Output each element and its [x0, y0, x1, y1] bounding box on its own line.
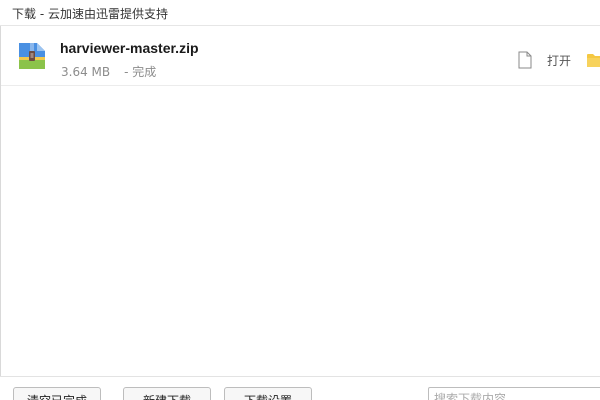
title-bar: 下载 - 云加速由迅雷提供支持 [0, 0, 600, 26]
download-status: - 完成 [124, 65, 157, 79]
search-input[interactable] [429, 388, 599, 400]
file-name[interactable]: harviewer-master.zip [60, 40, 199, 56]
bottom-toolbar: 清空已完成 新建下载 下载设置 [0, 376, 600, 400]
file-meta: 3.64 MB - 完成 [61, 63, 156, 80]
download-settings-button[interactable]: 下载设置 [224, 387, 312, 400]
folder-icon[interactable] [587, 53, 600, 68]
download-list: harviewer-master.zip 3.64 MB - 完成 打开 [1, 26, 600, 376]
search-box [428, 387, 600, 400]
download-manager-window: 下载 - 云加速由迅雷提供支持 harviewer-master.zip 3.6… [0, 0, 600, 400]
document-icon[interactable] [518, 51, 532, 69]
file-size: 3.64 MB [61, 65, 111, 79]
download-item[interactable]: harviewer-master.zip 3.64 MB - 完成 打开 [1, 32, 600, 86]
window-title: 下载 - 云加速由迅雷提供支持 [12, 7, 168, 21]
clear-completed-button[interactable]: 清空已完成 [13, 387, 101, 400]
zip-archive-icon [19, 43, 45, 69]
new-download-button[interactable]: 新建下载 [123, 387, 211, 400]
open-file-link[interactable]: 打开 [547, 52, 571, 69]
